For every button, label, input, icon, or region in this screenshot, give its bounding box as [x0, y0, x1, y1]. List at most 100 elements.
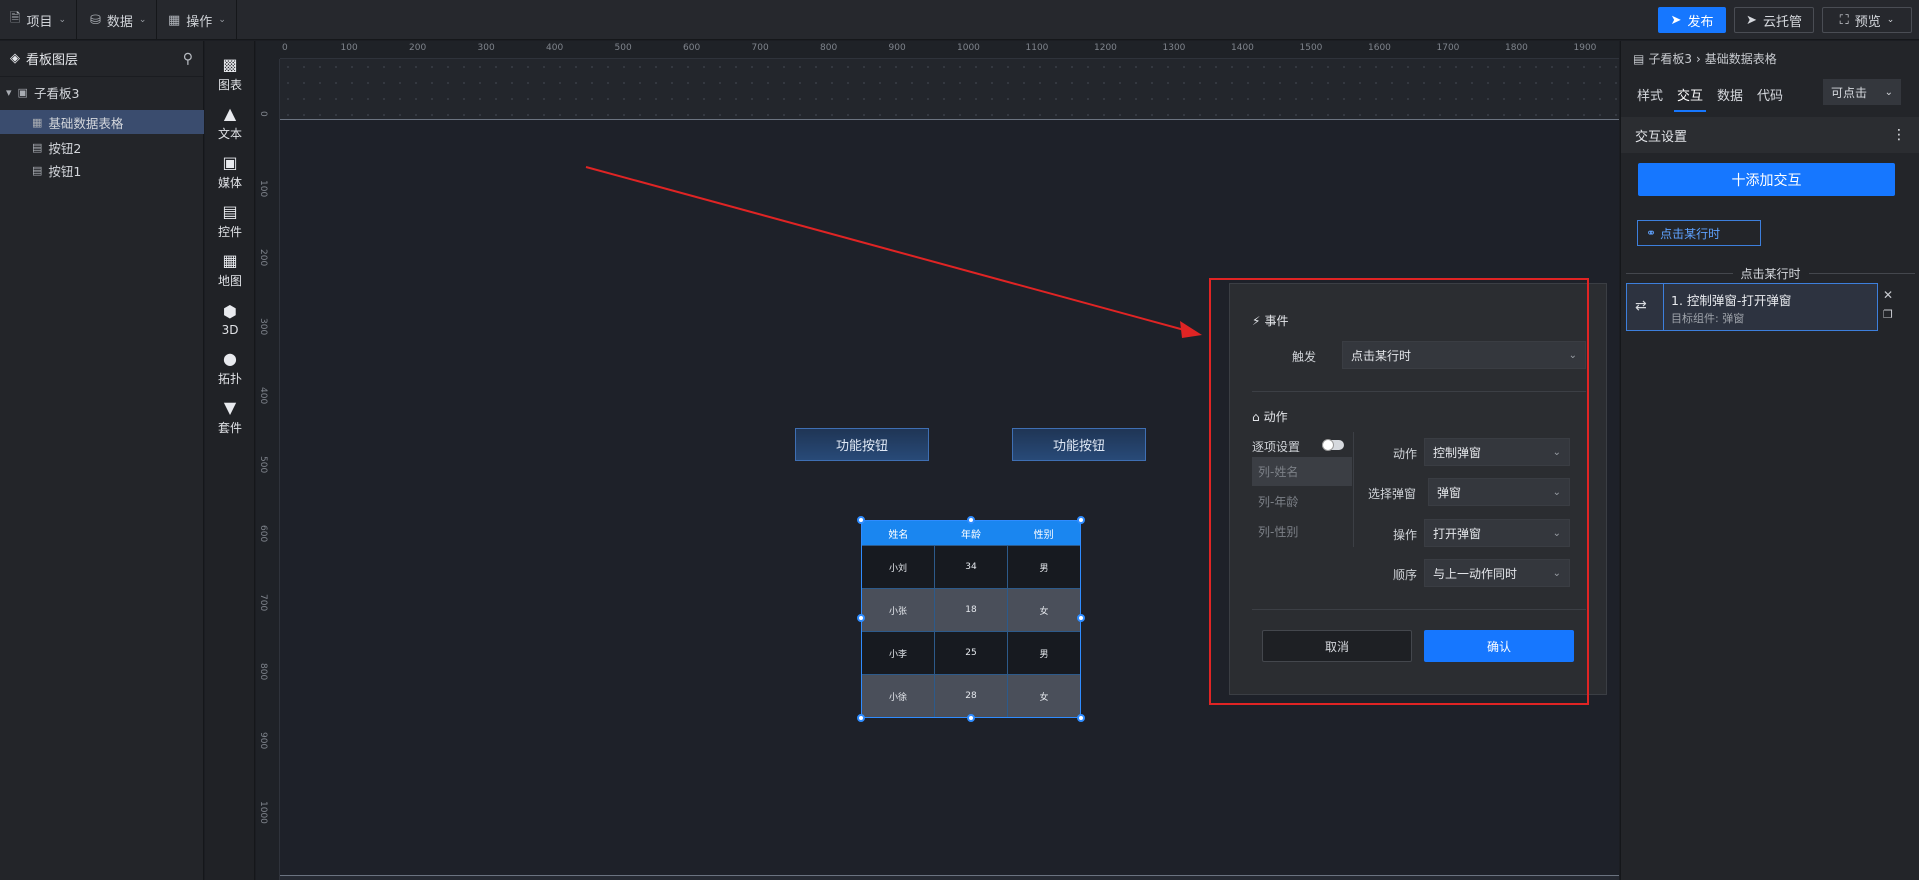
tree-item-label: 按钮1	[48, 163, 82, 179]
table-row[interactable]: 小徐 28 女	[862, 674, 1080, 717]
clickable-select[interactable]: 可点击 ⌄	[1823, 79, 1901, 105]
column-item-gender[interactable]: 列-性别	[1252, 517, 1352, 546]
basic-data-table[interactable]: 姓名 年龄 性别 小刘 34 男 小张 18 女 小李 25 男 小徐 28 女	[861, 520, 1081, 718]
add-interaction-button[interactable]: 十添加交互	[1638, 163, 1895, 196]
table-row[interactable]: 小张 18 女	[862, 588, 1080, 631]
tool-3d[interactable]: ⬢ 3D	[205, 294, 255, 344]
clickable-value: 可点击	[1831, 85, 1868, 100]
chevron-down-icon: ⌄	[1884, 86, 1893, 98]
topology-icon: ●	[223, 349, 237, 368]
order-select[interactable]: 与上一动作同时 ⌄	[1424, 559, 1570, 587]
event-section-title: ⚡ 事件	[1252, 312, 1288, 329]
tool-topology[interactable]: ● 拓扑	[205, 343, 255, 393]
tab-data[interactable]: 数据	[1717, 85, 1743, 104]
card-subtitle: 目标组件: 弹窗	[1671, 312, 1745, 325]
ruler-tick: 200	[409, 43, 427, 53]
confirm-button[interactable]: 确认	[1424, 630, 1574, 662]
tree-item-label: 基础数据表格	[48, 115, 124, 131]
popup-select[interactable]: 弹窗 ⌄	[1428, 478, 1570, 506]
copy-icon[interactable]: ❐	[1883, 308, 1893, 321]
function-button-2[interactable]: 功能按钮	[1012, 428, 1146, 461]
add-interaction-label: 十添加交互	[1731, 172, 1802, 189]
layers-icon: ◈	[10, 51, 20, 66]
action-section-title: ⌂ 动作	[1252, 408, 1288, 425]
interaction-card[interactable]: ⇄ 1. 控制弹窗-打开弹窗 目标组件: 弹窗	[1626, 283, 1878, 331]
component-toolbar: ▩ 图表 ▲ 文本 ▣ 媒体 ▤ 控件 ▦ 地图 ⬢ 3D ● 拓扑 ▼ 套件	[205, 41, 255, 880]
close-icon[interactable]: ✕	[1883, 288, 1893, 302]
ruler-tick: 800	[258, 663, 268, 681]
column-item-name[interactable]: 列-姓名	[1252, 457, 1352, 486]
ruler-tick: 0	[258, 111, 268, 117]
ruler-tick: 1000	[258, 801, 268, 824]
tab-style[interactable]: 样式	[1637, 85, 1663, 104]
divider	[1626, 273, 1733, 274]
tool-control[interactable]: ▤ 控件	[205, 196, 255, 246]
menu-operation[interactable]: ▦ 操作 ⌄	[158, 0, 237, 40]
tool-label: 套件	[217, 421, 242, 435]
breadcrumb-parent[interactable]: 子看板3	[1648, 50, 1692, 67]
ruler-tick: 1700	[1436, 43, 1460, 53]
breadcrumb: ▤ 子看板3 › 基础数据表格	[1633, 50, 1777, 67]
publish-button[interactable]: ➤ 发布	[1658, 7, 1726, 33]
vertical-divider	[1353, 432, 1354, 547]
cancel-button[interactable]: 取消	[1262, 630, 1412, 662]
tab-interaction[interactable]: 交互	[1677, 85, 1703, 104]
resize-handle[interactable]	[1077, 516, 1085, 524]
ruler-tick: 400	[258, 387, 268, 405]
ruler-tick: 1600	[1368, 43, 1391, 53]
ruler-tick: 500	[258, 456, 268, 474]
trigger-select[interactable]: 点击某行时 ⌄	[1342, 341, 1586, 369]
column-item-age[interactable]: 列-年龄	[1252, 487, 1352, 516]
resize-handle[interactable]	[967, 714, 975, 722]
tree-item-basic-table[interactable]: ▦ 基础数据表格	[0, 110, 204, 134]
menu-project[interactable]: 🗎 项目 ⌄	[0, 0, 78, 40]
tool-text[interactable]: ▲ 文本	[205, 98, 255, 148]
more-vertical-icon[interactable]: ⋮	[1892, 127, 1906, 143]
tool-map[interactable]: ▦ 地图	[205, 245, 255, 295]
divider	[1252, 391, 1586, 392]
table-icon: ▦	[32, 115, 43, 129]
ruler-tick: 400	[546, 43, 564, 53]
resize-handle[interactable]	[857, 614, 865, 622]
preview-button[interactable]: ⛶ 预览 ⌄	[1822, 7, 1912, 33]
popup-value: 弹窗	[1437, 485, 1462, 500]
action-select[interactable]: 控制弹窗 ⌄	[1424, 438, 1570, 466]
resize-handle[interactable]	[967, 516, 975, 524]
event-tag-button[interactable]: ⚭ 点击某行时	[1637, 220, 1761, 246]
function-button-1[interactable]: 功能按钮	[795, 428, 929, 461]
tree-item-button1[interactable]: ▤ 按钮1	[0, 156, 204, 184]
resize-handle[interactable]	[1077, 614, 1085, 622]
table-row[interactable]: 小李 25 男	[862, 631, 1080, 674]
tool-kit[interactable]: ▼ 套件	[205, 392, 255, 442]
lightning-icon: ⚡	[1252, 313, 1261, 328]
cloud-host-button[interactable]: ➤ 云托管	[1734, 7, 1814, 33]
ruler-tick: 100	[340, 43, 358, 53]
per-item-toggle[interactable]	[1322, 439, 1344, 451]
table-cell: 34	[935, 546, 1008, 588]
chevron-down-icon: ⌄	[58, 15, 67, 25]
tool-chart[interactable]: ▩ 图表	[205, 49, 255, 99]
tab-active-indicator	[1674, 110, 1706, 112]
resize-handle[interactable]	[857, 516, 865, 524]
table-cell: 小李	[862, 632, 935, 674]
table-cell: 女	[1039, 606, 1049, 617]
preview-label: 预览	[1854, 14, 1881, 30]
ruler-vertical: 0 100 200 300 400 500 600 700 800 900 1000	[256, 41, 280, 880]
action-value: 控制弹窗	[1433, 445, 1482, 460]
table-cell: 小张	[862, 589, 935, 631]
canvas-grid	[280, 59, 1619, 119]
tool-media[interactable]: ▣ 媒体	[205, 147, 255, 197]
resize-handle[interactable]	[1077, 714, 1085, 722]
search-icon[interactable]: ⚲	[183, 51, 193, 67]
file-icon: 🗎	[10, 11, 21, 26]
ruler-tick: 1900	[1573, 43, 1597, 53]
operation-select[interactable]: 打开弹窗 ⌄	[1424, 519, 1570, 547]
tab-code[interactable]: 代码	[1757, 85, 1783, 104]
resize-handle[interactable]	[857, 714, 865, 722]
menu-data[interactable]: ⛁ 数据 ⌄	[80, 0, 158, 40]
tool-label: 控件	[217, 225, 242, 239]
table-row[interactable]: 小刘 34 男	[862, 545, 1080, 588]
interaction-settings-header: 交互设置 ⋮	[1621, 117, 1919, 153]
group-title: 点击某行时	[1626, 265, 1916, 282]
function-button-label: 功能按钮	[835, 439, 888, 454]
